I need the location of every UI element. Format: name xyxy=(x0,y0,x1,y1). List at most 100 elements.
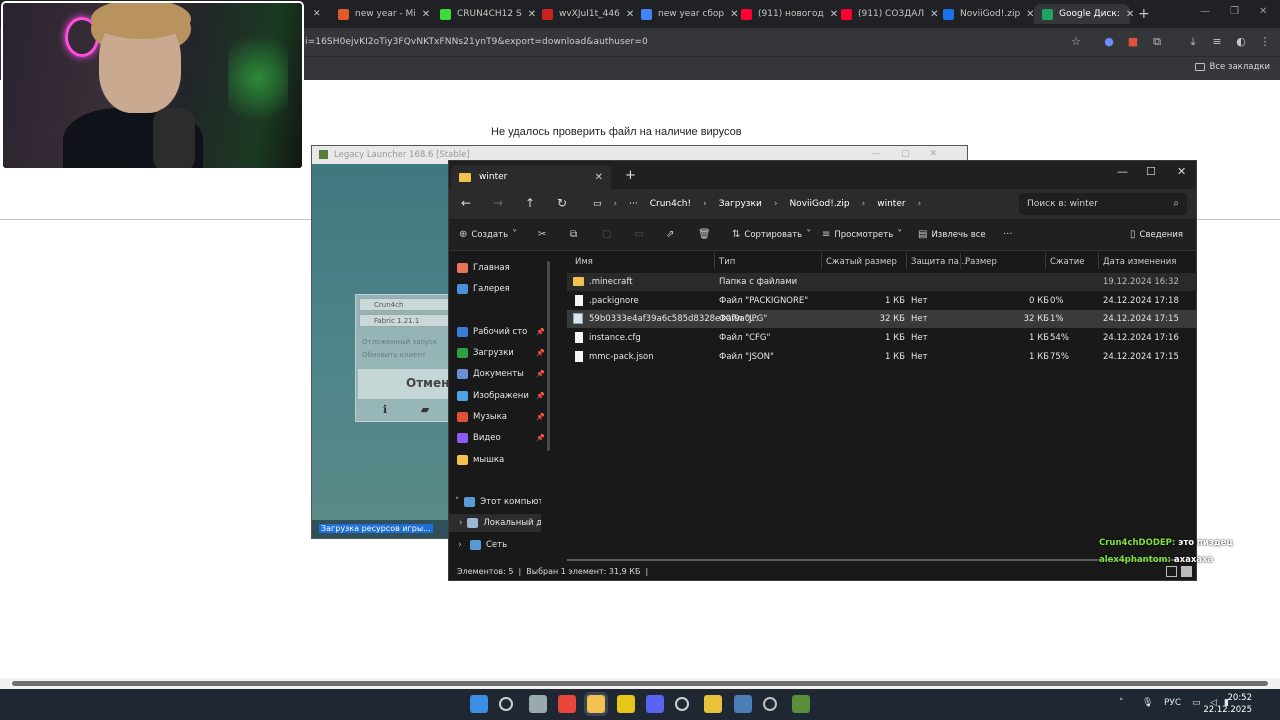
column-divider[interactable] xyxy=(1098,253,1099,269)
close-tab-icon[interactable]: ✕ xyxy=(595,172,603,183)
chevron-down-icon[interactable]: ˅ xyxy=(455,497,459,507)
sidebar-item[interactable]: › Сеть xyxy=(449,536,541,554)
microphone-icon[interactable]: 🎙 xyxy=(1142,698,1153,708)
delayed-launch-checkbox[interactable]: Отложенный запуск xyxy=(362,338,437,346)
create-button[interactable]: ⊕ Создать ˅ xyxy=(459,229,517,240)
minecraft-icon[interactable] xyxy=(792,695,811,713)
column-header-label[interactable]: Дата изменения xyxy=(1103,257,1176,267)
browser-tab[interactable]: new year - Mi ✕ xyxy=(330,4,430,24)
browser-tab[interactable]: (911) новогод ✕ xyxy=(733,4,838,24)
app-star-icon[interactable] xyxy=(704,695,723,713)
close-icon[interactable]: ✕ xyxy=(1177,165,1186,178)
minimize-icon[interactable]: — xyxy=(1200,6,1210,17)
pin-icon[interactable]: 📌 xyxy=(536,328,545,336)
new-tab-button[interactable]: + xyxy=(625,168,636,183)
more-options-button[interactable]: ··· xyxy=(1003,229,1013,240)
close-tab-icon[interactable]: ✕ xyxy=(305,4,329,24)
horizontal-scrollbar[interactable] xyxy=(567,559,1179,561)
star-icon[interactable]: ☆ xyxy=(1069,35,1083,49)
breadcrumb-item[interactable]: winter xyxy=(877,199,905,209)
scrollbar-thumb[interactable] xyxy=(12,681,1268,686)
address-bar[interactable]: i=16SH0ejvKI2oTiy3FQvNKTxFNNs21ynT9&expo… xyxy=(305,37,648,47)
chevron-right-icon[interactable]: › xyxy=(459,518,462,528)
column-header-label[interactable]: Тип xyxy=(719,257,735,267)
paste-button[interactable]: ▢ xyxy=(602,229,611,240)
explorer-tab[interactable]: winter ✕ xyxy=(451,165,611,189)
file-row[interactable]: mmc-pack.json Файл "JSON" 1 КБ Нет 1 КБ 75% 24… xyxy=(567,348,1197,366)
maximize-icon[interactable]: ☐ xyxy=(1146,165,1156,178)
column-header-label[interactable]: Сжатый размер xyxy=(826,257,897,267)
browser-tab[interactable]: new year сбор ✕ xyxy=(633,4,739,24)
sidebar-item[interactable]: › Локальный ди xyxy=(449,514,541,532)
close-icon[interactable]: ✕ xyxy=(1259,6,1267,17)
maximize-icon[interactable]: ❐ xyxy=(1230,6,1239,17)
pin-icon[interactable]: 📌 xyxy=(536,370,545,378)
extract-all-button[interactable]: ▤ Извлечь все xyxy=(918,229,986,240)
clock[interactable]: 20:52 22.12.2025 xyxy=(1203,692,1252,716)
column-divider[interactable] xyxy=(960,253,961,269)
close-tab-icon[interactable]: ✕ xyxy=(422,9,430,20)
launcher-window-buttons[interactable]: —□✕ xyxy=(872,149,957,159)
search-input[interactable]: Поиск в: winter ⌕ xyxy=(1019,193,1187,215)
browser-tab[interactable]: NoviiGod!.zip ✕ xyxy=(935,4,1035,24)
sidebar-item[interactable]: Галерея xyxy=(457,280,549,298)
column-header-label[interactable]: Защита па... xyxy=(911,257,967,267)
file-row[interactable]: 59b0333e4af39a6c585d8328e30f9a0... Файл "… xyxy=(567,310,1197,329)
browser-tab[interactable]: CRUN4CH12 S ✕ xyxy=(432,4,536,24)
info-icon[interactable]: ℹ xyxy=(370,403,400,419)
column-divider[interactable] xyxy=(714,253,715,269)
tiles-view-icon[interactable] xyxy=(1181,566,1192,577)
rename-button[interactable]: ▭ xyxy=(634,229,643,240)
copy-button[interactable]: ⧉ xyxy=(570,229,577,240)
settings-icon[interactable] xyxy=(763,697,777,711)
breadcrumb[interactable]: ▭ › ··· Crun4ch! › Загрузки › NoviiGod!.… xyxy=(589,193,1011,215)
breadcrumb-item[interactable]: NoviiGod!.zip xyxy=(789,199,849,209)
sidebar-item[interactable]: Видео 📌 xyxy=(457,429,549,447)
back-icon[interactable]: ← xyxy=(458,196,474,210)
start-icon[interactable] xyxy=(470,695,488,713)
pin-icon[interactable]: 📌 xyxy=(536,434,545,442)
column-divider[interactable] xyxy=(906,253,907,269)
column-divider[interactable] xyxy=(1045,253,1046,269)
file-row[interactable]: .minecraft Папка с файлами 19.12.2024 16:3… xyxy=(567,273,1197,291)
column-header-label[interactable]: Сжатие xyxy=(1050,257,1085,267)
chevron-up-icon[interactable]: ˄ xyxy=(1119,698,1124,708)
sidebar-scrollbar[interactable] xyxy=(547,261,550,451)
browser-tab[interactable]: Google Диск: ✕ xyxy=(1034,4,1134,24)
sidebar-item[interactable]: мышка xyxy=(457,451,549,469)
pin-icon[interactable]: 📌 xyxy=(536,392,545,400)
page-horizontal-scrollbar[interactable] xyxy=(0,678,1280,689)
file-row[interactable]: instance.cfg Файл "CFG" 1 КБ Нет 1 КБ 54% 24.1… xyxy=(567,329,1197,347)
extension-red-icon[interactable]: ■ xyxy=(1126,35,1140,49)
extension-blue-icon[interactable]: ● xyxy=(1102,35,1116,49)
sort-button[interactable]: ⇅ Сортировать ˅ xyxy=(732,229,811,240)
cut-button[interactable]: ✂ xyxy=(538,229,546,240)
menu-icon[interactable]: ⋮ xyxy=(1258,35,1272,49)
breadcrumb-item[interactable]: Загрузки xyxy=(719,199,762,209)
obs-icon[interactable] xyxy=(675,697,690,711)
monitor-icon[interactable]: ▭ xyxy=(1192,698,1201,708)
column-header-label[interactable]: Имя xyxy=(575,257,593,267)
discord-icon[interactable] xyxy=(645,695,664,713)
view-button[interactable]: ≡ Просмотреть ˅ xyxy=(822,229,902,240)
delete-button[interactable]: 🗑 xyxy=(698,229,711,240)
up-icon[interactable]: ↑ xyxy=(522,196,538,210)
forward-icon[interactable]: → xyxy=(490,196,506,210)
language-indicator[interactable]: РУС xyxy=(1164,698,1181,708)
browser-tab[interactable]: (911) СОЗДАЛ ✕ xyxy=(833,4,939,24)
pin-icon[interactable]: 📌 xyxy=(536,413,545,421)
sidebar-item[interactable]: Рабочий сто 📌 xyxy=(457,323,549,341)
file-row[interactable]: .packignore Файл "PACKIGNORE" 1 КБ Нет 0 КБ 0… xyxy=(567,292,1197,310)
profile-icon[interactable]: ◐ xyxy=(1234,35,1248,49)
task-view-icon[interactable] xyxy=(528,695,547,713)
refresh-icon[interactable]: ↻ xyxy=(554,196,570,210)
chrome-icon[interactable] xyxy=(557,695,576,713)
sidebar-item[interactable]: Главная xyxy=(457,259,549,277)
extensions-icon[interactable]: ⧉ xyxy=(1150,35,1164,49)
steam-icon[interactable] xyxy=(733,695,752,713)
new-tab-button[interactable]: + xyxy=(1138,6,1150,22)
media-icon[interactable]: ≡ xyxy=(1210,35,1224,49)
breadcrumb-item[interactable]: Crun4ch! xyxy=(650,199,691,209)
folder-open-icon[interactable]: ▰ xyxy=(410,403,440,419)
pin-icon[interactable]: 📌 xyxy=(536,349,545,357)
